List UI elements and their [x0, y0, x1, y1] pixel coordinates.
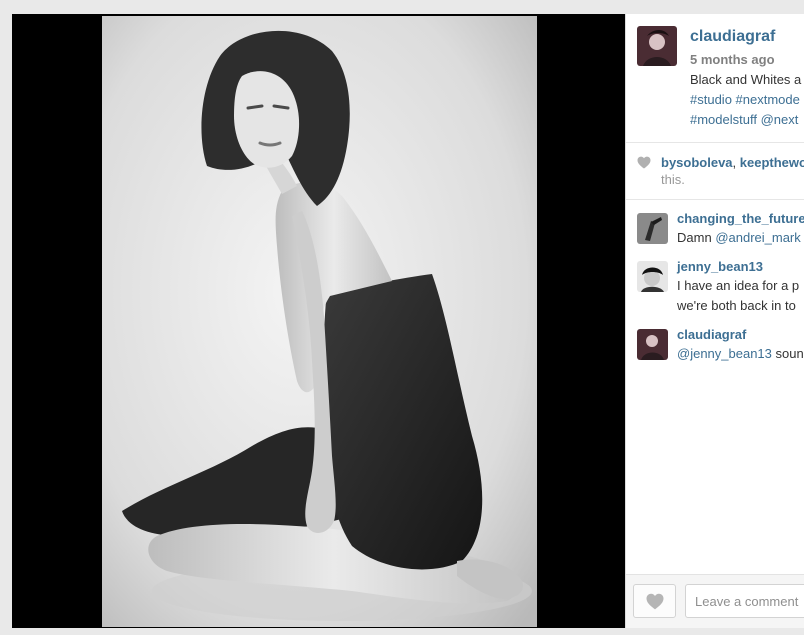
- like-button[interactable]: [633, 584, 676, 618]
- comment-text: we're both back in to: [677, 298, 796, 313]
- caption-line-1: Black and Whites a: [690, 72, 801, 87]
- commenter-avatar-image: [637, 329, 668, 360]
- post-photo[interactable]: [102, 16, 537, 627]
- divider: [626, 142, 804, 143]
- likes-separator: ,: [732, 155, 737, 170]
- caption-text: Black and Whites a: [690, 72, 802, 87]
- instagram-post-modal: claudiagraf 5 months ago Black and White…: [12, 14, 804, 628]
- post-time-ago: 5 months ago: [690, 52, 775, 67]
- comment-input[interactable]: [685, 584, 804, 618]
- comment-text: @jenny_bean13 soun: [677, 346, 804, 361]
- likes-line: bysoboleva, keepthewo: [661, 155, 804, 170]
- comment-footer: [626, 574, 804, 628]
- commenter-avatar-image: [637, 261, 668, 292]
- liker-keepthewo[interactable]: keepthewo: [740, 155, 804, 170]
- hashtag-nextmodels[interactable]: #nextmode: [736, 92, 800, 107]
- comment-text: Damn @andrei_mark: [677, 230, 801, 245]
- comment-username[interactable]: changing_the_future: [677, 211, 804, 226]
- comment-mention[interactable]: @andrei_mark: [715, 230, 800, 245]
- hashtag-modelstuff[interactable]: #modelstuff: [690, 112, 757, 127]
- comment-text-suffix: soun: [775, 346, 804, 361]
- hashtag-studio[interactable]: #studio: [690, 92, 732, 107]
- comment-avatar[interactable]: [637, 213, 668, 244]
- page-background: claudiagraf 5 months ago Black and White…: [0, 0, 804, 635]
- comment-text: I have an idea for a p: [677, 278, 800, 293]
- likes-suffix: this.: [661, 172, 685, 187]
- heart-icon: [637, 156, 651, 169]
- comment-avatar[interactable]: [637, 329, 668, 360]
- comment-avatar[interactable]: [637, 261, 668, 292]
- author-avatar-image: [637, 26, 677, 66]
- caption-line-2: #studio #nextmode: [690, 92, 800, 107]
- comment-text-prefix: Damn: [677, 230, 712, 245]
- post-sidebar: claudiagraf 5 months ago Black and White…: [625, 14, 804, 628]
- commenter-avatar-image: [637, 213, 668, 244]
- comment-username[interactable]: jenny_bean13: [677, 259, 763, 274]
- photo-frame: [12, 14, 625, 628]
- divider: [626, 199, 804, 200]
- comment-username[interactable]: claudiagraf: [677, 327, 746, 342]
- mention-next[interactable]: @next: [761, 112, 799, 127]
- caption-line-3: #modelstuff @next: [690, 112, 798, 127]
- comment-mention[interactable]: @jenny_bean13: [677, 346, 772, 361]
- heart-icon: [646, 593, 664, 610]
- author-username[interactable]: claudiagraf: [690, 28, 775, 46]
- liker-bysoboleva[interactable]: bysoboleva: [661, 155, 733, 170]
- author-avatar[interactable]: [637, 26, 677, 66]
